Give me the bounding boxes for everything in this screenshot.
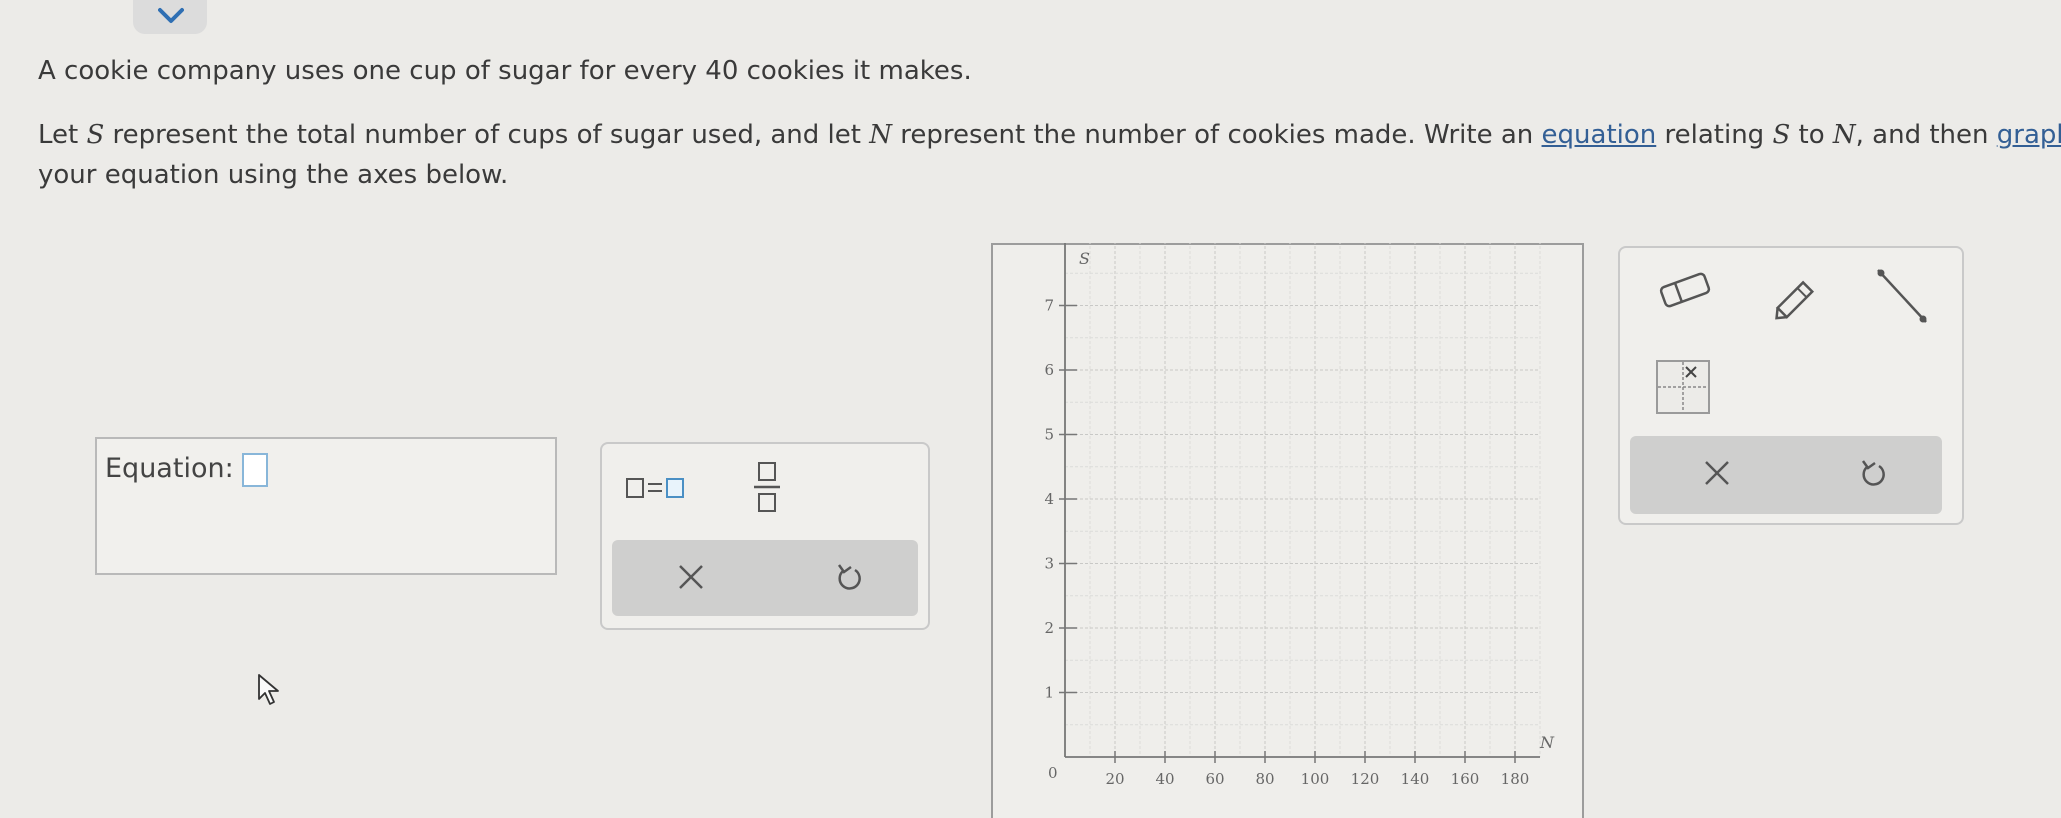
- line-tool-icon[interactable]: [1872, 264, 1932, 328]
- x-tick-label: 180: [1501, 770, 1530, 788]
- var-s: S: [86, 120, 105, 150]
- var-n: N: [869, 120, 892, 150]
- equation-answer-box[interactable]: Equation:: [95, 437, 557, 575]
- axes: [1064, 243, 1540, 758]
- chevron-down-icon: [158, 8, 184, 23]
- graph-toolbar: [1618, 246, 1964, 525]
- y-tick-label: 1: [1044, 684, 1054, 702]
- grid-point-icon[interactable]: [1656, 360, 1710, 414]
- fraction-icon: [754, 462, 780, 512]
- graph-action-bar: [1630, 436, 1942, 514]
- collapse-tab[interactable]: [133, 0, 207, 34]
- y-axis-ticks: 1 2 3 4 5 6 7: [1044, 297, 1077, 702]
- pencil-icon[interactable]: [1766, 268, 1826, 328]
- grid-lines: [1065, 243, 1541, 757]
- coordinate-graph[interactable]: 20 40 60 80 100 120 140 160 180 1 2 3 4 5 6 7 S N 0: [991, 243, 1580, 816]
- y-axis-label: S: [1079, 249, 1090, 268]
- equation-toolbar: [600, 442, 930, 630]
- x-tick-label: 20: [1105, 770, 1124, 788]
- graph-link[interactable]: graph: [1997, 120, 2061, 150]
- y-tick-label: 2: [1044, 619, 1054, 637]
- x-tick-label: 40: [1155, 770, 1174, 788]
- undo-graph-icon[interactable]: [1858, 458, 1888, 490]
- y-tick-label: 5: [1044, 426, 1054, 444]
- equation-link[interactable]: equation: [1542, 120, 1657, 150]
- equation-input[interactable]: [242, 453, 268, 487]
- question-line-2: Let S represent the total number of cups…: [38, 120, 2061, 150]
- x-tick-label: 120: [1351, 770, 1380, 788]
- y-tick-label: 3: [1044, 555, 1054, 573]
- undo-icon[interactable]: [834, 562, 864, 594]
- x-axis-label: N: [1539, 733, 1555, 752]
- x-tick-label: 160: [1451, 770, 1480, 788]
- equation-label: Equation:: [105, 453, 234, 484]
- question-line-3: your equation using the axes below.: [38, 160, 509, 190]
- fraction-template-button[interactable]: [750, 460, 784, 514]
- equation-action-bar: [612, 540, 918, 616]
- x-tick-label: 100: [1301, 770, 1330, 788]
- x-tick-label: 80: [1255, 770, 1274, 788]
- mouse-cursor-icon: [258, 674, 279, 705]
- y-tick-label: 4: [1044, 490, 1054, 508]
- y-tick-label: 6: [1044, 361, 1054, 379]
- origin-label: 0: [1048, 764, 1058, 782]
- question-line-1: A cookie company uses one cup of sugar f…: [38, 56, 972, 86]
- clear-graph-icon[interactable]: [1702, 458, 1732, 488]
- equals-template-button[interactable]: [624, 468, 694, 508]
- x-tick-label: 60: [1205, 770, 1224, 788]
- x-tick-label: 140: [1401, 770, 1430, 788]
- eraser-icon[interactable]: [1656, 270, 1714, 310]
- y-tick-label: 7: [1044, 297, 1054, 315]
- equals-template-icon: [626, 478, 684, 498]
- clear-icon[interactable]: [676, 562, 706, 592]
